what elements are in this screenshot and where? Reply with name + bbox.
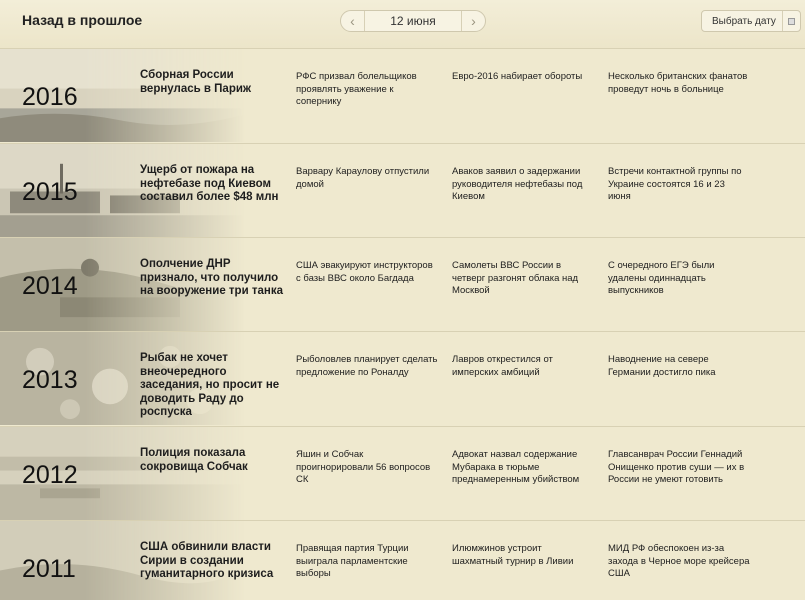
year-row-2016: 2016 Сборная России вернулась в Париж РФ… [0,48,805,142]
date-navigator: ‹ 12 июня › [340,10,486,32]
chevron-right-icon: › [471,13,476,29]
news-link[interactable]: МИД РФ обеспокоен из-за захода в Черное … [608,543,750,581]
next-date-button[interactable]: › [461,11,485,31]
year-row-2013: 2013 Рыбак не хочет внеочередного заседа… [0,331,805,425]
news-link[interactable]: Наводнение на севере Германии достигло п… [608,354,750,379]
header: Назад в прошлое ‹ 12 июня › Выбрать дату [0,0,805,48]
lead-headline[interactable]: Сборная России вернулась в Париж [140,69,285,96]
prev-date-button[interactable]: ‹ [341,11,365,31]
lead-headline[interactable]: Ополчение ДНР признало, что получило на … [140,258,285,299]
news-link[interactable]: Несколько британских фанатов проведут но… [608,71,750,96]
current-date[interactable]: 12 июня [365,14,461,28]
year-label: 2012 [22,461,78,489]
year-label: 2014 [22,272,78,300]
news-link[interactable]: С очередного ЕГЭ были удалены одиннадцат… [608,260,750,298]
news-link[interactable]: Адвокат назвал содержание Мубарака в тюр… [452,449,594,487]
year-label: 2013 [22,366,78,394]
lead-headline[interactable]: Рыбак не хочет внеочередного заседания, … [140,352,285,420]
news-link[interactable]: Рыболовлев планирует сделать предложение… [296,354,438,379]
news-link[interactable]: Правящая партия Турции выиграла парламен… [296,543,438,581]
calendar-icon [782,11,800,31]
news-link[interactable]: Главсанврач России Геннадий Онищенко про… [608,449,750,487]
news-link[interactable]: Варвару Караулову отпустили домой [296,166,438,191]
news-link[interactable]: Яшин и Собчак проигнорировали 56 вопросо… [296,449,438,487]
news-link[interactable]: Аваков заявил о задержании руководителя … [452,166,594,204]
page-title: Назад в прошлое [22,12,143,28]
pick-date-label: Выбрать дату [712,15,776,27]
year-row-2012: 2012 Полиция показала сокровища Собчак Я… [0,426,805,520]
news-link[interactable]: РФС призвал болельщиков проявлять уважен… [296,71,438,109]
year-row-2014: 2014 Ополчение ДНР признало, что получил… [0,237,805,331]
pick-date-button[interactable]: Выбрать дату [701,10,801,32]
year-label: 2015 [22,178,78,206]
chevron-left-icon: ‹ [350,13,355,29]
lead-headline[interactable]: США обвинили власти Сирии в создании гум… [140,541,285,582]
news-link[interactable]: Евро-2016 набирает обороты [452,71,594,84]
lead-headline[interactable]: Ущерб от пожара на нефтебазе под Киевом … [140,164,285,205]
news-link[interactable]: Илюмжинов устроит шахматный турнир в Лив… [452,543,594,568]
lead-headline[interactable]: Полиция показала сокровища Собчак [140,447,285,474]
news-link[interactable]: Встречи контактной группы по Украине сос… [608,166,750,204]
year-row-2015: 2015 Ущерб от пожара на нефтебазе под Ки… [0,143,805,237]
news-link[interactable]: Лавров открестился от имперских амбиций [452,354,594,379]
news-link[interactable]: Самолеты ВВС России в четверг разгонят о… [452,260,594,298]
year-label: 2016 [22,83,78,111]
year-label: 2011 [22,555,76,583]
year-row-2011: 2011 США обвинили власти Сирии в создани… [0,520,805,600]
news-link[interactable]: США эвакуируют инструкторов с базы ВВС о… [296,260,438,285]
